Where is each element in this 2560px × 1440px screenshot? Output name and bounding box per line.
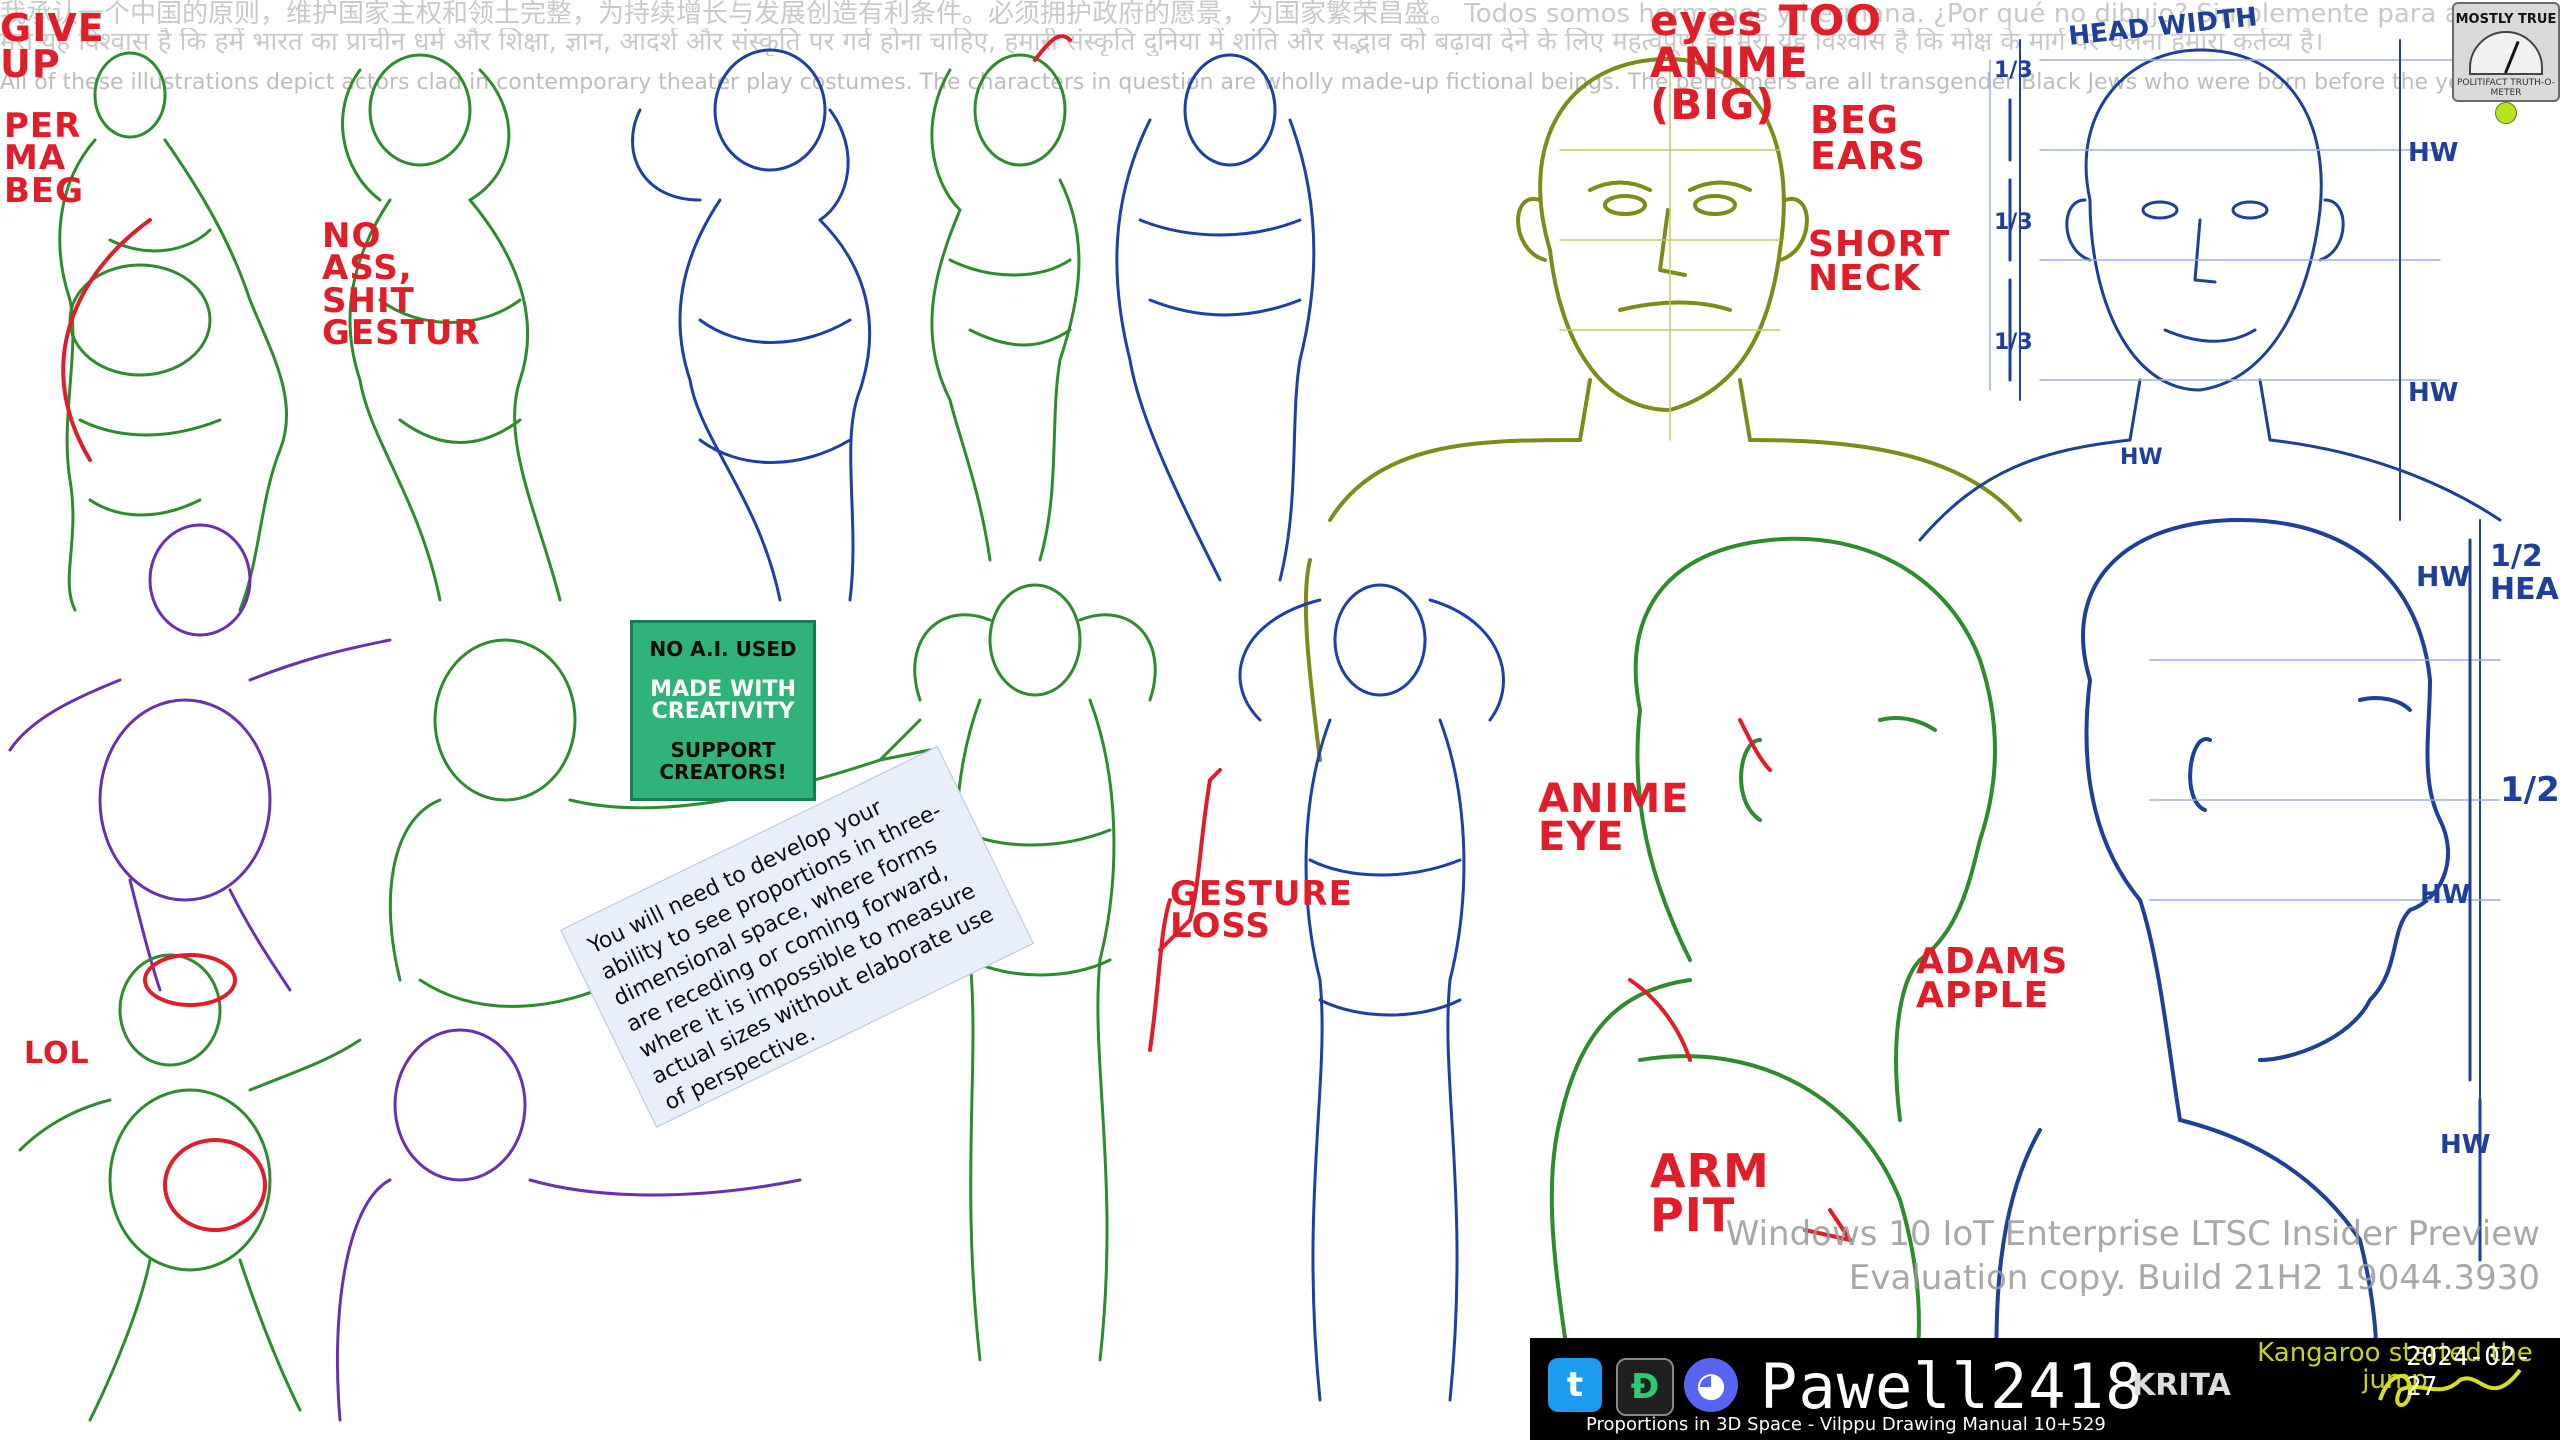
figure-green-baby [18,953,362,1422]
krita-logo: KRITA [2132,1368,2231,1403]
discord-icon[interactable]: ◕ [1684,1358,1738,1412]
no-ai-sticker: NO A.I. USED MADE WITH CREATIVITY SUPPOR… [630,620,816,801]
label-hw-4: HW [2416,560,2471,593]
label-third-3: 1/3 [1994,330,2033,355]
figure-blue-dancer [631,48,872,602]
gauge-icon [2469,31,2543,75]
note-gesture-loss: GESTURE LOSS [1170,874,1353,947]
note-no-ass: NO ASS, SHIT GESTUR [322,216,481,353]
figure-blue-shawl [1115,53,1316,582]
note-give-up: GIVE UP [0,6,105,87]
label-third-1: 1/3 [1994,58,2033,83]
windows-watermark: Windows 10 IoT Enterprise LTSC Insider P… [1726,1212,2540,1300]
source-caption: Proportions in 3D Space - Vilppu Drawing… [1586,1414,2106,1435]
figure-blue-standing [1238,583,1505,1402]
note-short-neck: SHORT NECK [1808,224,1951,300]
proportion-arrows [2008,98,2482,1262]
label-hw-1: HW [2408,138,2459,168]
figure-navy-head-front [1918,39,2502,542]
note-per-ma-beg: PER MA BEG [4,106,85,211]
watermark-line-2: Evaluation copy. Build 21H2 19044.3930 [1848,1258,2540,1298]
indicator-dot-icon [2495,102,2517,124]
twitter-icon[interactable]: t [1548,1358,1602,1412]
figure-navy-head-profile [1994,518,2501,1440]
note-adams-apple: ADAMS APPLE [1916,941,2069,1017]
label-hw-2: HW [2408,378,2459,408]
label-hw-3: HW [2120,445,2163,470]
label-half-head: 1/2 HEAD [2490,539,2560,607]
figure-green-crouching [58,51,289,612]
date-stamp: 2024-02-27 [2406,1342,2532,1402]
artist-handle: Pawell2418 [1760,1350,2144,1423]
sticker-line-3: SUPPORT CREATORS! [659,738,787,784]
branding-bar: t Ɖ ◕ Pawell2418 KRITA Kangaroo started … [1530,1338,2560,1440]
truth-meter-subtitle: POLITIFACT TRUTH-O-METER [2456,78,2555,98]
label-third-2: 1/3 [1994,210,2033,235]
truth-meter-badge: MOSTLY TRUE POLITIFACT TRUTH-O-METER [2452,2,2560,124]
label-hw-6: HW [2440,1130,2491,1160]
label-hw-5: HW [2420,880,2471,910]
figure-purple-cartoon-man [8,523,392,992]
truth-meter-title: MOSTLY TRUE [2455,12,2557,27]
sticker-line-1: NO A.I. USED [649,637,797,661]
label-half: 1/2 [2500,770,2560,810]
watermark-line-1: Windows 10 IoT Enterprise LTSC Insider P… [1725,1214,2540,1254]
note-beg-ears: BEG EARS [1810,98,1926,179]
note-anime-eye: ANIME EYE [1538,776,1690,860]
figure-green-scarf [930,53,1081,562]
deviantart-icon[interactable]: Ɖ [1616,1358,1674,1416]
sticker-line-2: MADE WITH CREATIVITY [650,677,796,724]
note-lol: LOL [24,1036,90,1071]
